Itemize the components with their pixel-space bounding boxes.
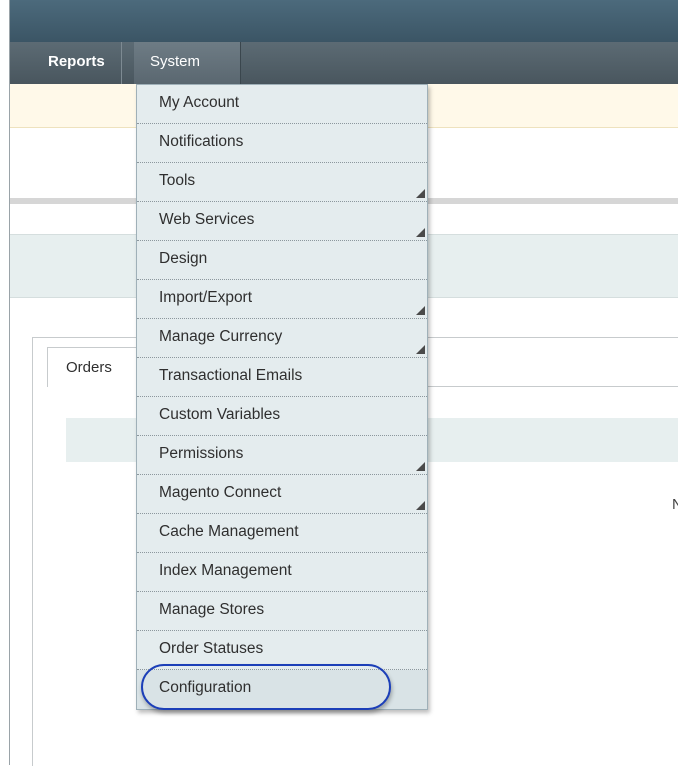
menu-item-label: Custom Variables [159, 406, 281, 423]
menu-item-notifications[interactable]: Notifications [137, 124, 427, 163]
menu-item-label: Permissions [159, 445, 244, 462]
nav-tab-system[interactable]: System [134, 42, 241, 84]
menu-item-web-services[interactable]: Web Services [137, 202, 427, 241]
menu-item-label: Transactional Emails [159, 367, 303, 384]
menu-item-label: Tools [159, 172, 196, 189]
menu-item-label: Design [159, 250, 208, 267]
menu-item-design[interactable]: Design [137, 241, 427, 280]
menu-item-label: Index Management [159, 562, 292, 579]
menu-item-cache-management[interactable]: Cache Management [137, 514, 427, 553]
menu-item-label: Manage Stores [159, 601, 265, 618]
cut-off-text: N [672, 496, 678, 513]
submenu-arrow-icon [416, 462, 425, 471]
admin-header-bar [10, 0, 678, 43]
submenu-arrow-icon [416, 189, 425, 198]
nav-tab-reports[interactable]: Reports [32, 42, 122, 84]
menu-item-my-account[interactable]: My Account [137, 85, 427, 124]
menu-item-configuration[interactable]: Configuration [137, 670, 427, 709]
main-nav: Reports System [10, 42, 678, 84]
submenu-arrow-icon [416, 228, 425, 237]
menu-item-manage-currency[interactable]: Manage Currency [137, 319, 427, 358]
window-left-border [0, 0, 10, 765]
menu-item-label: Manage Currency [159, 328, 283, 345]
menu-item-label: Notifications [159, 133, 244, 150]
submenu-arrow-icon [416, 501, 425, 510]
submenu-arrow-icon [416, 345, 425, 354]
menu-item-transactional-emails[interactable]: Transactional Emails [137, 358, 427, 397]
menu-item-label: Web Services [159, 211, 255, 228]
tab-orders[interactable]: Orders [47, 347, 143, 387]
menu-item-manage-stores[interactable]: Manage Stores [137, 592, 427, 631]
menu-item-permissions[interactable]: Permissions [137, 436, 427, 475]
menu-item-tools[interactable]: Tools [137, 163, 427, 202]
menu-item-custom-variables[interactable]: Custom Variables [137, 397, 427, 436]
menu-item-label: Cache Management [159, 523, 299, 540]
menu-item-index-management[interactable]: Index Management [137, 553, 427, 592]
menu-item-label: My Account [159, 94, 240, 111]
menu-item-import-export[interactable]: Import/Export [137, 280, 427, 319]
menu-item-magento-connect[interactable]: Magento Connect [137, 475, 427, 514]
menu-item-label: Order Statuses [159, 640, 264, 657]
menu-item-label: Import/Export [159, 289, 253, 306]
system-dropdown-menu: My Account Notifications Tools Web Services… [136, 84, 428, 710]
menu-item-label: Magento Connect [159, 484, 282, 501]
menu-item-order-statuses[interactable]: Order Statuses [137, 631, 427, 670]
submenu-arrow-icon [416, 306, 425, 315]
menu-item-label: Configuration [159, 679, 252, 696]
